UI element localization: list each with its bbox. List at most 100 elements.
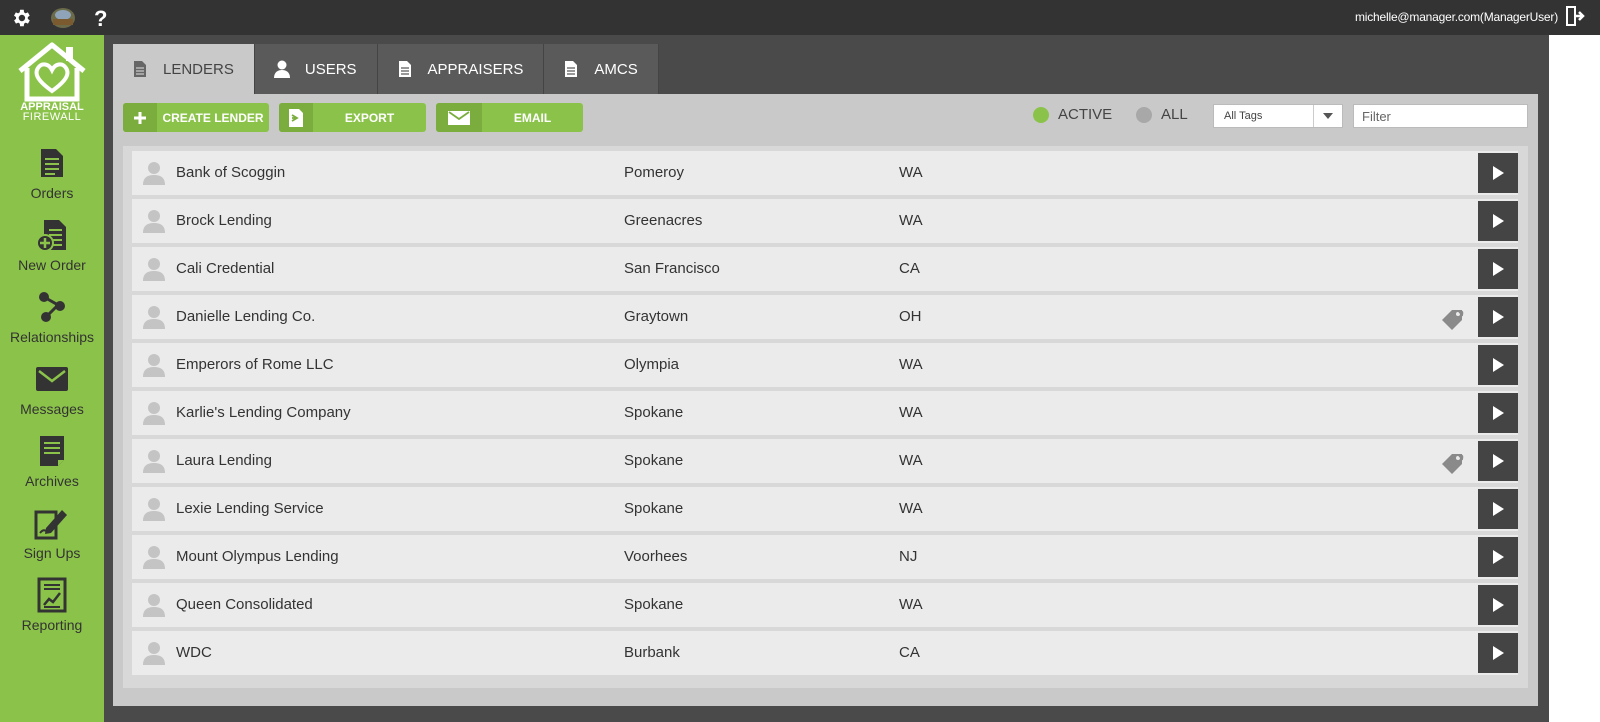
open-lender-button[interactable] — [1478, 489, 1518, 529]
lender-name[interactable]: Emperors of Rome LLC — [176, 356, 334, 373]
play-arrow-icon — [1493, 262, 1504, 276]
open-lender-button[interactable] — [1478, 297, 1518, 337]
open-lender-button[interactable] — [1478, 633, 1518, 673]
lender-state: WA — [899, 356, 923, 373]
export-button[interactable]: EXPORT — [279, 103, 426, 132]
play-arrow-icon — [1493, 550, 1504, 564]
sidebar-item-label: Messages — [20, 401, 84, 417]
sidebar-item-label: Relationships — [9, 329, 95, 345]
lender-city: Spokane — [624, 452, 684, 469]
open-lender-button[interactable] — [1478, 153, 1518, 193]
filter-active-radio[interactable]: ACTIVE — [1033, 106, 1112, 123]
play-arrow-icon — [1493, 214, 1504, 228]
gear-icon[interactable] — [9, 6, 33, 30]
open-lender-button[interactable] — [1478, 585, 1518, 625]
house-heart-logo-icon — [18, 42, 86, 102]
sidebar-item-relationships[interactable]: Relationships — [0, 289, 104, 361]
tab-label: APPRAISERS — [427, 60, 524, 78]
brand-line-2: FIREWALL — [22, 111, 82, 123]
lender-name[interactable]: Brock Lending — [176, 212, 272, 229]
play-arrow-icon — [1493, 598, 1504, 612]
tab-users[interactable]: USERS — [254, 44, 378, 94]
avatar-icon — [142, 497, 166, 521]
lender-name[interactable]: Queen Consolidated — [176, 596, 313, 613]
brand-logo[interactable]: APPRAISAL FIREWALL — [0, 35, 104, 130]
sidebar-item-archives[interactable]: Archives — [0, 433, 104, 505]
avatar-icon — [142, 401, 166, 425]
lender-state: NJ — [899, 548, 918, 565]
table-row[interactable]: Cali Credential San Francisco CA — [132, 247, 1518, 291]
play-arrow-icon — [1493, 358, 1504, 372]
profile-photo[interactable] — [50, 6, 76, 30]
tag-icon[interactable] — [1440, 450, 1466, 474]
sidebar-item-reporting[interactable]: Reporting — [0, 577, 104, 649]
create-lender-button[interactable]: CREATE LENDER — [123, 103, 269, 132]
table-row[interactable]: Danielle Lending Co. Graytown OH — [132, 295, 1518, 339]
lender-name[interactable]: Karlie's Lending Company — [176, 404, 351, 421]
sidebar-item-new-order[interactable]: New Order — [0, 217, 104, 289]
open-lender-button[interactable] — [1478, 345, 1518, 385]
tab-lenders[interactable]: LENDERS — [113, 44, 255, 94]
lender-name[interactable]: WDC — [176, 644, 212, 661]
sidebar-item-messages[interactable]: Messages — [0, 361, 104, 433]
tag-icon[interactable] — [1440, 306, 1466, 330]
tab-appraisers[interactable]: APPRAISERS — [377, 44, 545, 94]
table-row[interactable]: Bank of Scoggin Pomeroy WA — [132, 151, 1518, 195]
filter-all-radio[interactable]: ALL — [1136, 106, 1188, 123]
open-lender-button[interactable] — [1478, 537, 1518, 577]
lender-city: Spokane — [624, 596, 684, 613]
table-row[interactable]: Brock Lending Greenacres WA — [132, 199, 1518, 243]
sidebar-item-label: Archives — [25, 473, 79, 489]
sidebar-item-label: Sign Ups — [23, 545, 81, 561]
logout-icon[interactable] — [1563, 4, 1587, 28]
user-email[interactable]: michelle@manager.com(ManagerUser) — [1355, 10, 1558, 24]
avatar-icon — [142, 593, 166, 617]
open-lender-button[interactable] — [1478, 393, 1518, 433]
lender-name[interactable]: Bank of Scoggin — [176, 164, 285, 181]
chevron-down-icon — [1313, 105, 1342, 127]
lender-state: WA — [899, 404, 923, 421]
lender-city: Burbank — [624, 644, 680, 661]
tags-dropdown[interactable]: All Tags — [1213, 104, 1343, 128]
svg-text:?: ? — [94, 7, 107, 29]
lender-list: Bank of Scoggin Pomeroy WA Brock Lending Gre… — [123, 146, 1528, 688]
filter-input[interactable] — [1353, 104, 1528, 128]
table-row[interactable]: Laura Lending Spokane WA — [132, 439, 1518, 483]
help-icon[interactable]: ? — [92, 6, 110, 30]
table-row[interactable]: Emperors of Rome LLC Olympia WA — [132, 343, 1518, 387]
lender-city: San Francisco — [624, 260, 720, 277]
archive-icon — [34, 433, 70, 469]
plus-icon — [123, 103, 157, 132]
lender-name[interactable]: Cali Credential — [176, 260, 274, 277]
open-lender-button[interactable] — [1478, 249, 1518, 289]
sidebar-item-sign-ups[interactable]: Sign Ups — [0, 505, 104, 577]
lender-state: WA — [899, 212, 923, 229]
play-arrow-icon — [1493, 646, 1504, 660]
lender-name[interactable]: Danielle Lending Co. — [176, 308, 315, 325]
sidebar-item-orders[interactable]: Orders — [0, 145, 104, 217]
table-row[interactable]: Karlie's Lending Company Spokane WA — [132, 391, 1518, 435]
envelope-icon — [436, 103, 482, 132]
open-lender-button[interactable] — [1478, 441, 1518, 481]
table-row[interactable]: Lexie Lending Service Spokane WA — [132, 487, 1518, 531]
play-arrow-icon — [1493, 502, 1504, 516]
radio-selected-dot — [1033, 106, 1049, 123]
lender-city: Spokane — [624, 404, 684, 421]
sidebar-item-label: Reporting — [21, 617, 83, 633]
table-row[interactable]: Mount Olympus Lending Voorhees NJ — [132, 535, 1518, 579]
email-button[interactable]: EMAIL — [436, 103, 583, 132]
table-row[interactable]: WDC Burbank CA — [132, 631, 1518, 675]
table-row[interactable]: Queen Consolidated Spokane WA — [132, 583, 1518, 627]
tags-selected-value: All Tags — [1224, 110, 1263, 122]
lender-name[interactable]: Lexie Lending Service — [176, 500, 324, 517]
lender-name[interactable]: Laura Lending — [176, 452, 272, 469]
avatar-icon — [142, 305, 166, 329]
avatar-icon — [142, 353, 166, 377]
sidebar: APPRAISAL FIREWALL Orders New Order Rela… — [0, 35, 104, 722]
tab-amcs[interactable]: AMCS — [544, 44, 659, 94]
top-bar: ? michelle@manager.com(ManagerUser) — [0, 0, 1600, 35]
sign-up-icon — [34, 505, 70, 541]
lender-name[interactable]: Mount Olympus Lending — [176, 548, 339, 565]
button-label: EMAIL — [513, 110, 552, 125]
open-lender-button[interactable] — [1478, 201, 1518, 241]
